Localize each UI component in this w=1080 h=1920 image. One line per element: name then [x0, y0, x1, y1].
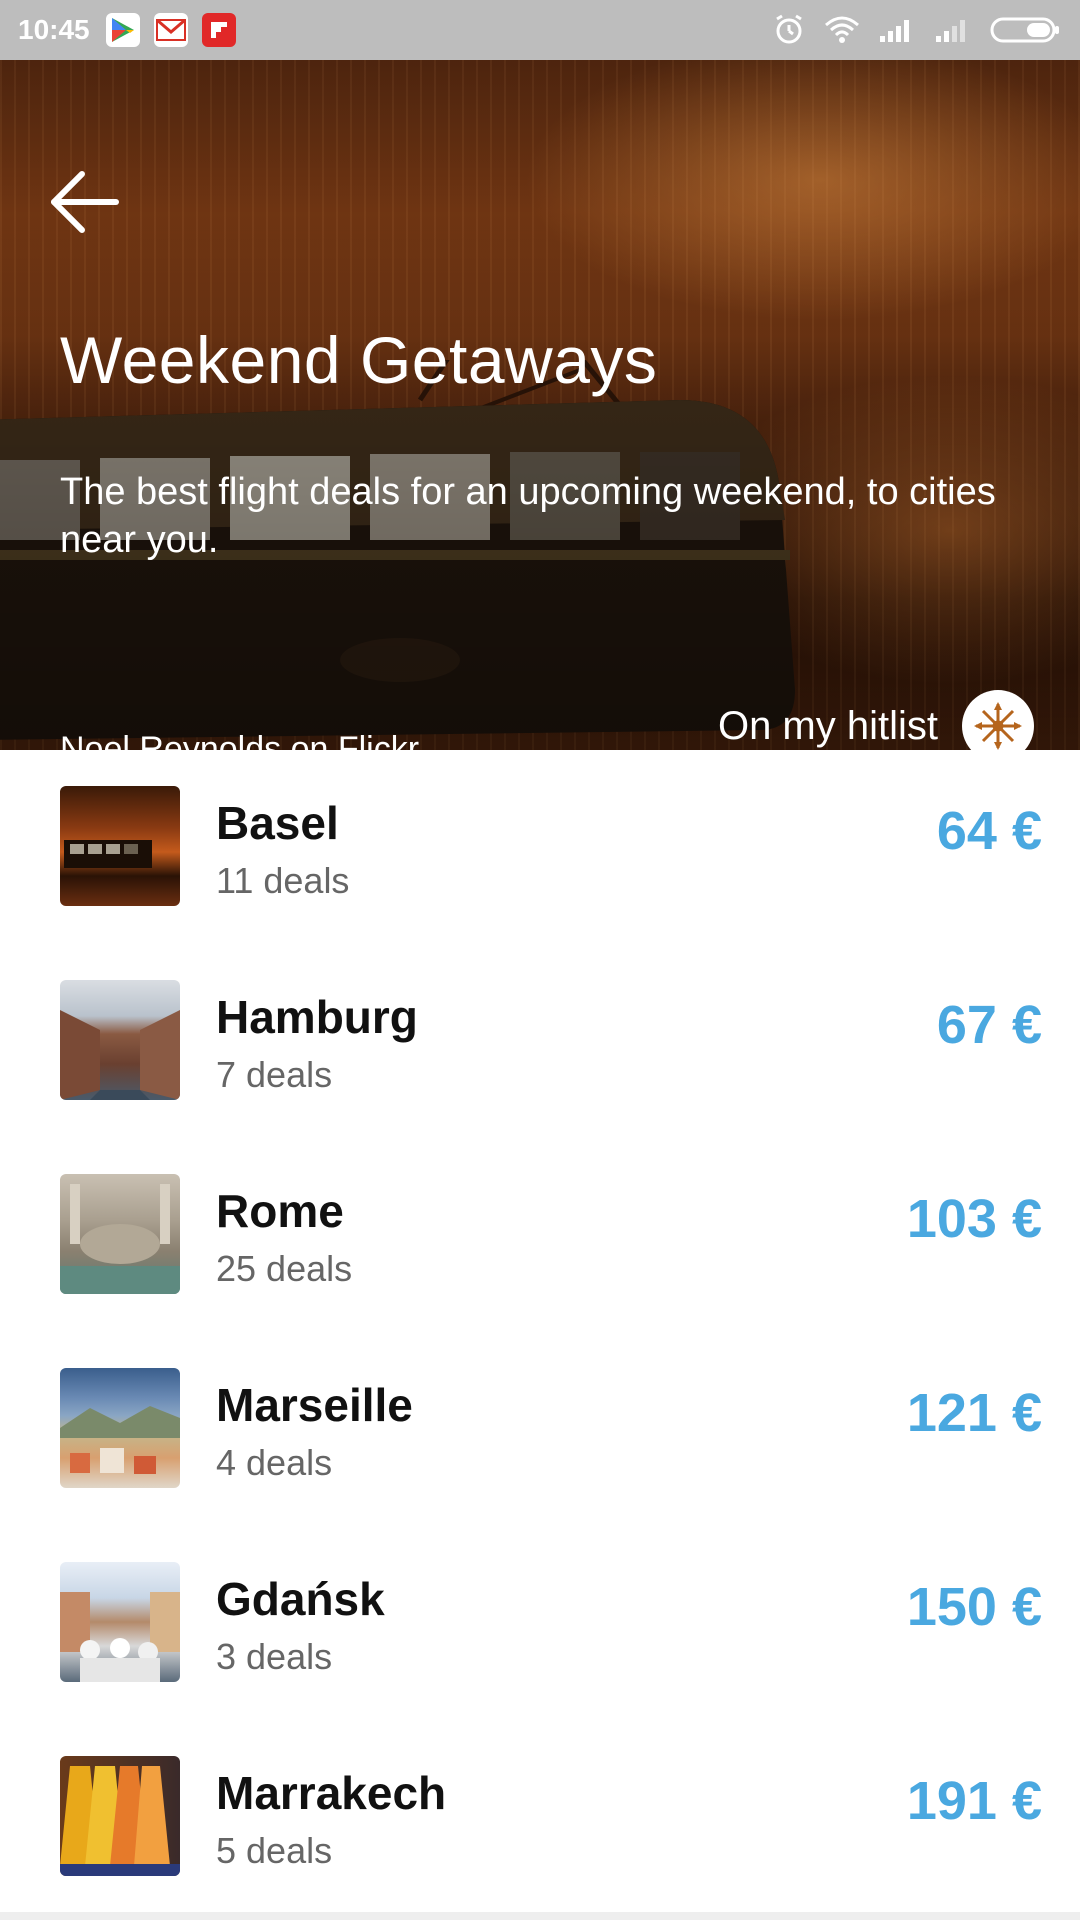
- list-item[interactable]: Marrakech 5 deals 191 €: [0, 1720, 1080, 1914]
- page-title: Weekend Getaways: [60, 323, 658, 397]
- status-indicators: [772, 13, 1062, 47]
- deal-list: Basel 11 deals 64 € Hamburg 7 deals 67 €…: [0, 750, 1080, 1914]
- city-thumbnail-gdansk: [60, 1562, 180, 1682]
- deal-price: 121 €: [906, 1383, 1042, 1443]
- status-time: 10:45: [18, 14, 90, 45]
- deal-price: 150 €: [906, 1577, 1042, 1637]
- play-store-icon: [105, 13, 140, 47]
- deal-price: 191 €: [906, 1771, 1042, 1831]
- city-thumbnail-marseille: [60, 1368, 180, 1488]
- list-item[interactable]: Gdańsk 3 deals 150 €: [0, 1526, 1080, 1720]
- wifi-icon: [824, 15, 860, 45]
- deal-count: 11 deals: [216, 860, 350, 901]
- signal-icon: [878, 16, 916, 44]
- deal-count: 7 deals: [216, 1054, 333, 1095]
- deal-price: 103 €: [906, 1189, 1042, 1249]
- deal-city: Gdańsk: [216, 1573, 385, 1625]
- gmail-icon: [153, 13, 188, 47]
- page-subtitle: The best flight deals for an upcoming we…: [60, 471, 996, 561]
- hero-header: Weekend Getaways The best flight deals f…: [0, 60, 1080, 750]
- deal-city: Basel: [216, 797, 339, 849]
- city-thumbnail-rome: [60, 1174, 180, 1294]
- flipboard-icon: [201, 13, 236, 47]
- list-item[interactable]: Hamburg 7 deals 67 €: [0, 944, 1080, 1138]
- city-thumbnail-marrakech: [60, 1756, 180, 1876]
- deal-count: 5 deals: [216, 1830, 333, 1871]
- hitlist-label: On my hitlist: [717, 703, 938, 748]
- list-item[interactable]: Marseille 4 deals 121 €: [0, 1332, 1080, 1526]
- signal-icon-2: [934, 16, 972, 44]
- city-thumbnail-hamburg: [60, 980, 180, 1100]
- deal-price: 64 €: [936, 801, 1042, 861]
- city-thumbnail-basel: [60, 786, 180, 906]
- deal-count: 4 deals: [216, 1442, 333, 1483]
- hitlist-airplane-icon: [962, 690, 1034, 750]
- deal-count: 25 deals: [216, 1248, 353, 1289]
- arrow-left-icon: [51, 171, 119, 233]
- bottom-divider: [0, 1912, 1080, 1920]
- status-bar: 10:45: [0, 0, 1080, 60]
- deal-price: 67 €: [936, 995, 1042, 1055]
- deal-city: Rome: [216, 1185, 344, 1237]
- alarm-icon: [772, 13, 806, 47]
- list-item[interactable]: Basel 11 deals 64 €: [0, 750, 1080, 944]
- battery-icon: [990, 15, 1062, 45]
- back-button[interactable]: [46, 164, 122, 240]
- hitlist-button[interactable]: On my hitlist: [718, 690, 1034, 750]
- deal-city: Marseille: [216, 1379, 413, 1431]
- deal-count: 3 deals: [216, 1636, 333, 1677]
- deal-city: Hamburg: [216, 991, 418, 1043]
- list-item[interactable]: Rome 25 deals 103 €: [0, 1138, 1080, 1332]
- deal-city: Marrakech: [216, 1767, 447, 1819]
- photo-credit[interactable]: Noel Reynolds on Flickr: [60, 730, 419, 750]
